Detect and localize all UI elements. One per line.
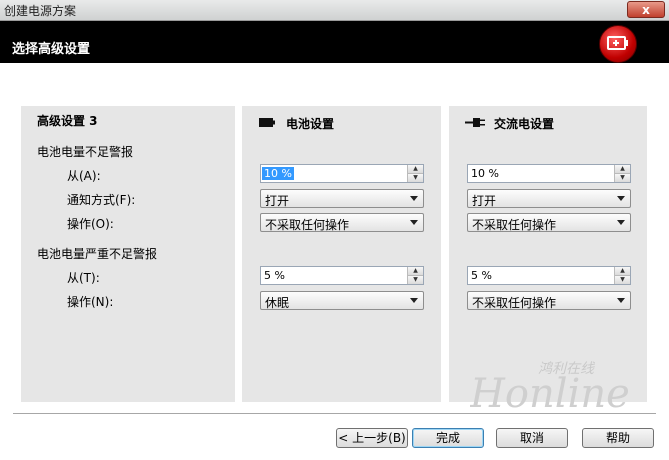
back-button[interactable]: < 上一步(B) bbox=[336, 428, 408, 448]
ac-critical-level-value[interactable]: 5 % bbox=[471, 269, 492, 282]
spin-up-icon[interactable]: ▲ bbox=[615, 267, 630, 275]
battery-notify-select[interactable]: 打开 bbox=[260, 189, 424, 208]
help-button[interactable]: 帮助 bbox=[582, 428, 654, 448]
battery-low-level-value[interactable]: 10 % bbox=[262, 167, 294, 180]
chevron-down-icon[interactable] bbox=[410, 298, 418, 303]
ac-critical-action-value: 不采取任何操作 bbox=[472, 296, 557, 310]
ac-critical-action-select[interactable]: 不采取任何操作 bbox=[467, 291, 631, 310]
ac-low-action-value: 不采取任何操作 bbox=[472, 218, 557, 232]
finish-button[interactable]: 完成 bbox=[412, 428, 484, 448]
action-o-label: 操作(O): bbox=[67, 217, 114, 231]
spin-down-icon[interactable]: ▼ bbox=[408, 275, 423, 284]
battery-settings-panel bbox=[242, 106, 441, 402]
ac-critical-level-spinner[interactable]: 5 % ▲ ▼ bbox=[467, 266, 631, 285]
battery-low-level-spinner[interactable]: 10 % ▲ ▼ bbox=[260, 164, 424, 183]
ac-low-action-select[interactable]: 不采取任何操作 bbox=[467, 213, 631, 232]
battery-settings-title: 电池设置 bbox=[286, 117, 335, 131]
spin-up-icon[interactable]: ▲ bbox=[615, 165, 630, 173]
battery-critical-action-value: 休眠 bbox=[265, 296, 290, 310]
battery-critical-action-select[interactable]: 休眠 bbox=[260, 291, 424, 310]
ac-notify-select[interactable]: 打开 bbox=[467, 189, 631, 208]
window-title: 创建电源方案 bbox=[4, 4, 77, 18]
battery-icon bbox=[259, 118, 275, 127]
close-button[interactable]: x bbox=[627, 1, 665, 18]
ac-low-level-spinner[interactable]: 10 % ▲ ▼ bbox=[467, 164, 631, 183]
spin-down-icon[interactable]: ▼ bbox=[408, 173, 423, 182]
critical-battery-group-label: 电池电量严重不足警报 bbox=[37, 247, 158, 261]
battery-low-action-value: 不采取任何操作 bbox=[265, 218, 350, 232]
chevron-down-icon[interactable] bbox=[410, 196, 418, 201]
battery-notify-value: 打开 bbox=[265, 194, 290, 208]
from-t-label: 从(T): bbox=[67, 271, 100, 285]
notify-label: 通知方式(F): bbox=[67, 193, 136, 207]
chevron-down-icon[interactable] bbox=[617, 196, 625, 201]
action-n-label: 操作(N): bbox=[67, 295, 114, 309]
battery-low-action-select[interactable]: 不采取任何操作 bbox=[260, 213, 424, 232]
spin-up-icon[interactable]: ▲ bbox=[408, 267, 423, 275]
chevron-down-icon[interactable] bbox=[617, 298, 625, 303]
battery-plus-icon bbox=[599, 25, 637, 63]
low-battery-group-label: 电池电量不足警报 bbox=[37, 145, 134, 159]
ac-low-level-value[interactable]: 10 % bbox=[471, 167, 499, 180]
title-bar: 创建电源方案 x bbox=[0, 0, 669, 21]
spinner-arrows[interactable]: ▲ ▼ bbox=[614, 165, 630, 182]
battery-critical-level-spinner[interactable]: 5 % ▲ ▼ bbox=[260, 266, 424, 285]
wizard-header: 选择高级设置 bbox=[0, 21, 669, 63]
spin-down-icon[interactable]: ▼ bbox=[615, 173, 630, 182]
spinner-arrows[interactable]: ▲ ▼ bbox=[407, 165, 423, 182]
battery-critical-level-value[interactable]: 5 % bbox=[264, 269, 285, 282]
chevron-down-icon[interactable] bbox=[617, 220, 625, 225]
advanced-settings-title: 高级设置 3 bbox=[37, 114, 98, 128]
chevron-down-icon[interactable] bbox=[410, 220, 418, 225]
spinner-arrows[interactable]: ▲ ▼ bbox=[407, 267, 423, 284]
cancel-button[interactable]: 取消 bbox=[496, 428, 568, 448]
plug-icon bbox=[465, 118, 485, 127]
page-title: 选择高级设置 bbox=[12, 42, 91, 57]
footer-separator bbox=[13, 413, 656, 415]
spinner-arrows[interactable]: ▲ ▼ bbox=[614, 267, 630, 284]
ac-settings-title: 交流电设置 bbox=[494, 117, 555, 131]
spin-up-icon[interactable]: ▲ bbox=[408, 165, 423, 173]
from-a-label: 从(A): bbox=[67, 169, 101, 183]
ac-notify-value: 打开 bbox=[472, 194, 497, 208]
ac-settings-panel bbox=[449, 106, 647, 402]
spin-down-icon[interactable]: ▼ bbox=[615, 275, 630, 284]
